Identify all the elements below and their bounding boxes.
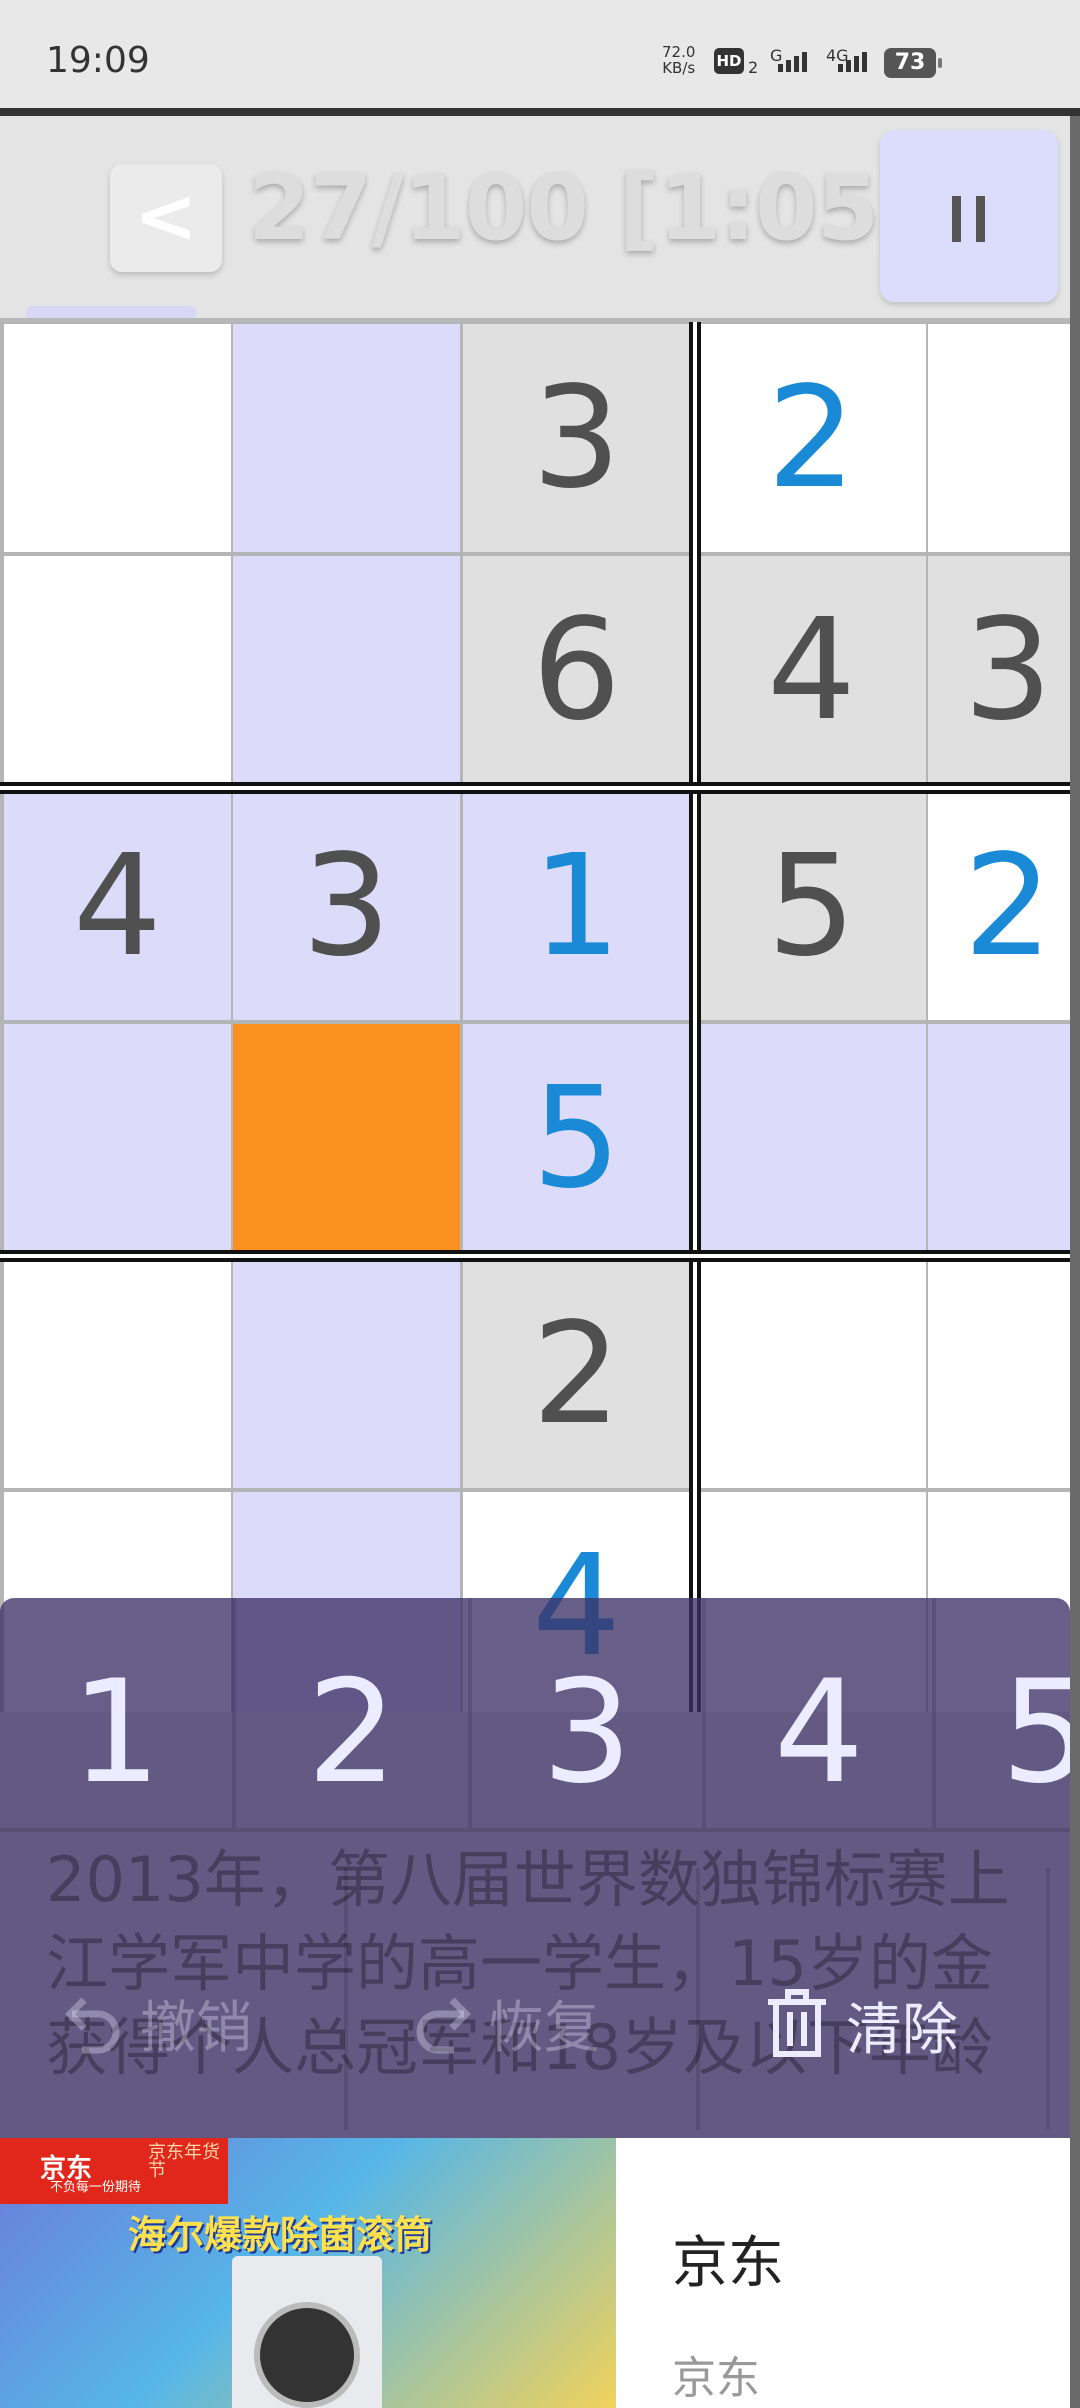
number-key-3[interactable]: 3 xyxy=(472,1598,702,1826)
sudoku-cell-r5-c5[interactable] xyxy=(928,1260,1070,1488)
action-separator xyxy=(696,1868,700,2130)
jd-logo: 京东 不负每一份期待 京东年货节 xyxy=(0,2138,228,2204)
undo-button[interactable]: 撤销 xyxy=(64,1988,252,2068)
advertisement-banner[interactable]: 京东 不负每一份期待 京东年货节 海尔爆款除菌滚筒 京东 京东 xyxy=(0,2138,1070,2408)
sudoku-cell-r4-c5[interactable] xyxy=(928,1024,1070,1252)
washing-machine-image xyxy=(232,2256,382,2408)
jd-logo-slogan: 不负每一份期待 xyxy=(50,2180,142,2195)
sudoku-cell-r4-c3[interactable]: 5 xyxy=(463,1024,690,1252)
number-key-4[interactable]: 4 xyxy=(706,1598,932,1826)
action-separator xyxy=(1046,1868,1050,2130)
jd-festival-badge: 京东年货节 xyxy=(148,2142,220,2181)
sudoku-cell-r1-c4[interactable]: 2 xyxy=(697,324,926,552)
undo-icon xyxy=(64,1988,124,2076)
ad-banner-text: 海尔爆款除菌滚筒 xyxy=(128,2213,433,2257)
sudoku-cell-r1-c5[interactable] xyxy=(928,324,1070,552)
right-edge-shadow xyxy=(1070,116,1080,2408)
sudoku-cell-r2-c4[interactable]: 4 xyxy=(697,556,926,784)
puzzle-progress-timer: 27/100 [1:05] xyxy=(248,156,919,261)
number-key-5[interactable]: 5 xyxy=(936,1598,1080,1826)
sudoku-cell-r3-c1[interactable]: 4 xyxy=(4,792,231,1020)
header-tab-indicator xyxy=(26,306,196,318)
redo-icon xyxy=(412,1988,472,2076)
status-bar: 19:09 72.0 KB/s HD 2 G 4G 73 xyxy=(0,0,1080,108)
sudoku-cell-r3-c3[interactable]: 1 xyxy=(463,792,690,1020)
box-divider xyxy=(0,1250,1070,1262)
redo-button[interactable]: 恢复 xyxy=(412,1988,600,2068)
sudoku-cell-r2-c3[interactable]: 6 xyxy=(463,556,690,784)
sudoku-cell-r2-c5[interactable]: 3 xyxy=(928,556,1070,784)
number-key-2[interactable]: 2 xyxy=(236,1598,468,1826)
sudoku-cell-r4-c2-selected[interactable] xyxy=(233,1024,460,1252)
network-speed: 72.0 KB/s xyxy=(662,44,695,76)
hd-sub-label: 2 xyxy=(748,58,759,77)
sudoku-cell-r3-c4[interactable]: 5 xyxy=(697,792,926,1020)
sudoku-grid: 3264343152524 xyxy=(0,322,1070,1712)
ad-image[interactable]: 京东 不负每一份期待 京东年货节 海尔爆款除菌滚筒 xyxy=(0,2138,616,2408)
network-speed-value: 72.0 xyxy=(662,43,696,61)
sudoku-cell-r4-c4[interactable] xyxy=(697,1024,926,1252)
sudoku-cell-r4-c1[interactable] xyxy=(4,1024,231,1252)
sudoku-cell-r2-c1[interactable] xyxy=(4,556,231,784)
sudoku-cell-r3-c5[interactable]: 2 xyxy=(928,792,1070,1020)
ad-title[interactable]: 京东 xyxy=(672,2218,784,2299)
sudoku-cell-r5-c2[interactable] xyxy=(233,1260,460,1488)
number-pad: 1 2 3 4 5 2013年，第八届世界数独锦标赛上 江学军中学的高一学生，1… xyxy=(0,1598,1080,2138)
sudoku-cell-r5-c1[interactable] xyxy=(4,1260,231,1488)
news-line-1: 2013年，第八届世界数独锦标赛上 xyxy=(46,1843,1010,1916)
hd-voice-icon: HD xyxy=(714,48,744,74)
trash-icon xyxy=(764,1988,830,2080)
undo-label: 撤销 xyxy=(140,1996,252,2062)
pause-button[interactable] xyxy=(880,130,1058,302)
back-button[interactable]: < xyxy=(110,164,222,272)
network-speed-unit: KB/s xyxy=(662,59,696,77)
pad-divider xyxy=(0,1828,1070,1832)
sudoku-cell-r5-c4[interactable] xyxy=(697,1260,926,1488)
sudoku-cell-r1-c3[interactable]: 3 xyxy=(463,324,690,552)
game-header: < 27/100 [1:05] xyxy=(0,116,1070,320)
sudoku-cell-r3-c2[interactable]: 3 xyxy=(233,792,460,1020)
battery-icon: 73 xyxy=(884,48,942,78)
sudoku-cell-r2-c2[interactable] xyxy=(233,556,460,784)
sudoku-cell-r1-c1[interactable] xyxy=(4,324,231,552)
redo-label: 恢复 xyxy=(488,1996,600,2062)
box-divider xyxy=(0,782,1070,794)
clear-button[interactable]: 清除 xyxy=(764,1988,958,2068)
sudoku-cell-r1-c2[interactable] xyxy=(233,324,460,552)
status-time: 19:09 xyxy=(46,40,150,81)
action-separator xyxy=(344,1868,348,2130)
sim1-signal-icon xyxy=(778,52,810,78)
clear-label: 清除 xyxy=(846,1998,958,2064)
ad-subtitle: 京东 xyxy=(672,2353,760,2404)
box-divider xyxy=(689,322,701,1712)
number-key-1[interactable]: 1 xyxy=(0,1598,232,1826)
sim2-signal-icon xyxy=(838,52,870,78)
top-divider xyxy=(0,108,1080,116)
sudoku-cell-r5-c3[interactable]: 2 xyxy=(463,1260,690,1488)
